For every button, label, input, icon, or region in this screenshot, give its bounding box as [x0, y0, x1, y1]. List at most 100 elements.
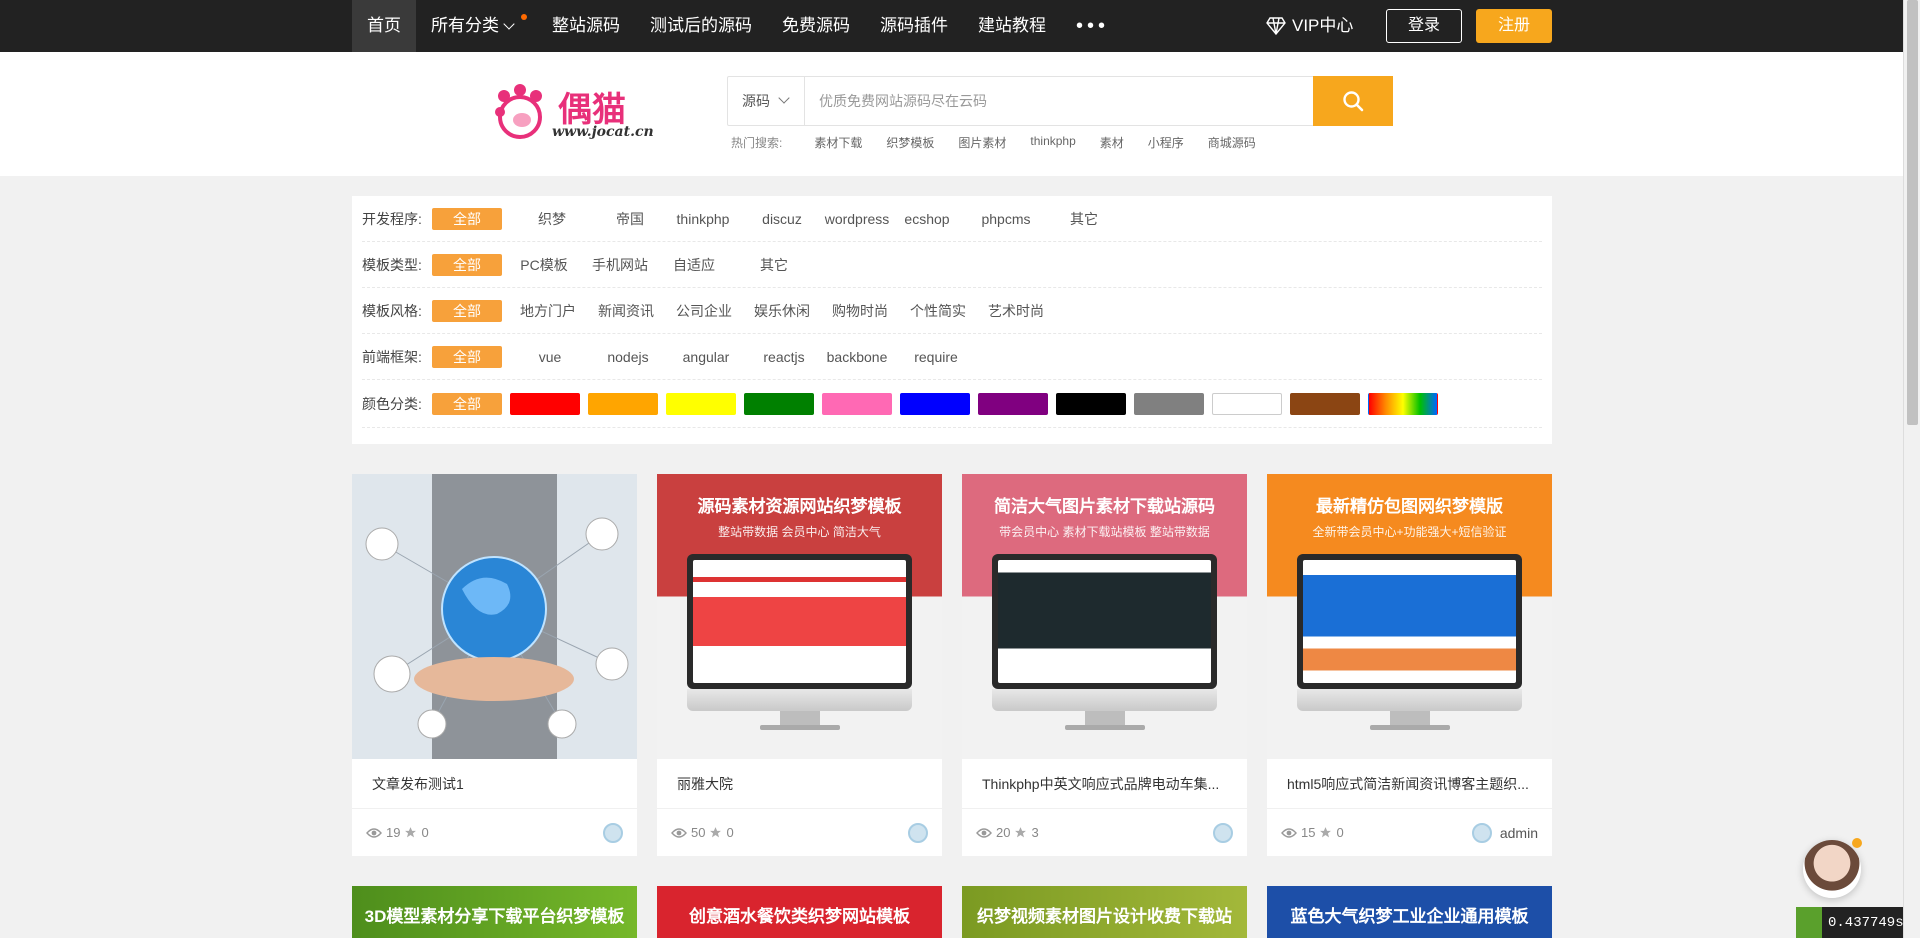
- hot-search-link[interactable]: thinkphp: [1030, 134, 1075, 151]
- color-swatch-gray[interactable]: [1134, 392, 1204, 415]
- card-thumbnail[interactable]: 最新精仿包图网织梦模版 全新带会员中心+功能强大+短信验证: [1267, 474, 1552, 759]
- filter-option[interactable]: 新闻资讯: [594, 300, 658, 322]
- filter-option[interactable]: 个性简实: [906, 300, 970, 322]
- card-thumbnail[interactable]: 源码素材资源网站织梦模板 整站带数据 会员中心 简洁大气: [657, 474, 942, 759]
- search-icon: [1343, 91, 1364, 112]
- card-title[interactable]: 丽雅大院: [657, 759, 942, 809]
- resource-card[interactable]: 创意酒水餐饮类织梦网站模板: [657, 886, 942, 938]
- hot-search-link[interactable]: 商城源码: [1208, 134, 1256, 151]
- filter-option[interactable]: 地方门户: [516, 300, 580, 322]
- resource-card[interactable]: 蓝色大气织梦工业企业通用模板: [1267, 886, 1552, 938]
- color-swatch-orange[interactable]: [588, 392, 658, 415]
- resource-card[interactable]: 简洁大气图片素材下载站源码 带会员中心 素材下载站模板 整站带数据 Thinkp…: [962, 474, 1247, 856]
- nav-plugins[interactable]: 源码插件: [865, 0, 963, 52]
- card-thumbnail[interactable]: [352, 474, 637, 759]
- filter-option-all[interactable]: 全部: [432, 207, 502, 230]
- color-swatch-black[interactable]: [1056, 392, 1126, 415]
- card-title[interactable]: Thinkphp中英文响应式品牌电动车集...: [962, 759, 1247, 809]
- card-meta: 19 0: [352, 809, 637, 856]
- filter-option-all[interactable]: 全部: [432, 392, 502, 415]
- card-thumbnail[interactable]: 简洁大气图片素材下载站源码 带会员中心 素材下载站模板 整站带数据: [962, 474, 1247, 759]
- author-avatar[interactable]: [908, 822, 928, 843]
- filter-option[interactable]: 其它: [744, 254, 804, 276]
- login-button[interactable]: 登录: [1386, 9, 1462, 43]
- site-logo[interactable]: 偶猫 www.jocat.cn: [490, 80, 665, 144]
- filter-option[interactable]: require: [906, 346, 966, 368]
- register-button[interactable]: 注册: [1476, 9, 1552, 43]
- color-swatch-green[interactable]: [744, 392, 814, 415]
- page-scrollbar[interactable]: [1903, 0, 1920, 938]
- filter-option[interactable]: vue: [520, 346, 580, 368]
- filter-option[interactable]: phpcms: [976, 208, 1036, 230]
- nav-free-source[interactable]: 免费源码: [767, 0, 865, 52]
- filter-label: 前端框架:: [362, 348, 422, 365]
- resource-card[interactable]: 织梦视频素材图片设计收费下载站: [962, 886, 1247, 938]
- banner-title: 简洁大气图片素材下载站源码: [994, 497, 1215, 516]
- filter-option[interactable]: 艺术时尚: [984, 300, 1048, 322]
- filter-option[interactable]: reactjs: [754, 346, 814, 368]
- nav-more-button[interactable]: •••: [1061, 0, 1124, 52]
- filter-option[interactable]: 自适应: [664, 254, 724, 276]
- hot-search-link[interactable]: 织梦模板: [886, 134, 934, 151]
- color-swatch-white[interactable]: [1212, 392, 1282, 415]
- monitor-mockup: [1297, 554, 1522, 689]
- search-button[interactable]: [1313, 76, 1393, 126]
- filter-option[interactable]: 公司企业: [672, 300, 736, 322]
- search-input[interactable]: [805, 77, 1313, 125]
- filter-option[interactable]: wordpress: [820, 208, 894, 230]
- filter-row-frontend: 前端框架: 全部 vue nodejs angular reactjs back…: [362, 334, 1542, 380]
- nav-all-categories[interactable]: 所有分类: [416, 0, 537, 52]
- filter-option[interactable]: 娱乐休闲: [750, 300, 814, 322]
- filter-option-all[interactable]: 全部: [432, 253, 502, 276]
- filter-option[interactable]: backbone: [822, 346, 892, 368]
- filter-label: 模板类型:: [362, 256, 422, 273]
- author-avatar[interactable]: [1471, 822, 1492, 843]
- card-meta: 50 0: [657, 809, 942, 856]
- filter-option-all[interactable]: 全部: [432, 299, 502, 322]
- filter-option[interactable]: angular: [676, 346, 736, 368]
- resource-card[interactable]: 源码素材资源网站织梦模板 整站带数据 会员中心 简洁大气 丽雅大院 50 0: [657, 474, 942, 856]
- filter-option[interactable]: nodejs: [598, 346, 658, 368]
- author-avatar[interactable]: [1213, 822, 1233, 843]
- resource-card[interactable]: 文章发布测试1 19 0: [352, 474, 637, 856]
- filter-option[interactable]: discuz: [752, 208, 812, 230]
- search-type-select[interactable]: 源码: [728, 77, 805, 125]
- nav-tutorials[interactable]: 建站教程: [963, 0, 1061, 52]
- color-swatch-red[interactable]: [510, 392, 580, 415]
- filter-option[interactable]: 其它: [1054, 208, 1114, 230]
- resource-card[interactable]: 3D模型素材分享下载平台织梦模板: [352, 886, 637, 938]
- color-swatch-brown[interactable]: [1290, 392, 1360, 415]
- color-swatch-yellow[interactable]: [666, 392, 736, 415]
- page-load-timer: 0.437749s: [1796, 907, 1910, 938]
- scrollbar-thumb[interactable]: [1907, 0, 1918, 425]
- hot-search-link[interactable]: 图片素材: [958, 134, 1006, 151]
- filter-option[interactable]: 手机网站: [586, 254, 654, 276]
- filter-option[interactable]: 购物时尚: [828, 300, 892, 322]
- author-avatar[interactable]: [603, 822, 623, 843]
- filter-option[interactable]: ecshop: [900, 208, 954, 230]
- view-count: 50: [691, 825, 706, 840]
- hot-search-link[interactable]: 素材下载: [814, 134, 862, 151]
- color-swatch-pink[interactable]: [822, 392, 892, 415]
- nav-tested-source[interactable]: 测试后的源码: [635, 0, 767, 52]
- filter-option[interactable]: 织梦: [522, 208, 582, 230]
- filter-option[interactable]: 帝国: [600, 208, 660, 230]
- hot-search-link[interactable]: 小程序: [1148, 134, 1184, 151]
- color-swatch-purple[interactable]: [978, 392, 1048, 415]
- resource-card[interactable]: 最新精仿包图网织梦模版 全新带会员中心+功能强大+短信验证 html5响应式简洁…: [1267, 474, 1552, 856]
- customer-service-avatar[interactable]: [1803, 840, 1861, 898]
- filter-option[interactable]: thinkphp: [668, 208, 738, 230]
- filter-option-all[interactable]: 全部: [432, 345, 502, 368]
- card-banner: 简洁大气图片素材下载站源码 带会员中心 素材下载站模板 整站带数据: [962, 474, 1247, 540]
- color-swatch-rainbow[interactable]: [1368, 392, 1438, 415]
- globe-network-image: [352, 474, 637, 759]
- nav-full-site-source[interactable]: 整站源码: [537, 0, 635, 52]
- nav-home[interactable]: 首页: [352, 0, 416, 52]
- vip-center-link[interactable]: VIP中心: [1266, 0, 1353, 52]
- card-title[interactable]: html5响应式简洁新闻资讯博客主题织...: [1267, 759, 1552, 809]
- color-swatch-blue[interactable]: [900, 392, 970, 415]
- card-title[interactable]: 文章发布测试1: [352, 759, 637, 809]
- filter-option[interactable]: PC模板: [514, 254, 574, 276]
- hot-search-link[interactable]: 素材: [1100, 134, 1124, 151]
- author-name[interactable]: admin: [1500, 825, 1538, 841]
